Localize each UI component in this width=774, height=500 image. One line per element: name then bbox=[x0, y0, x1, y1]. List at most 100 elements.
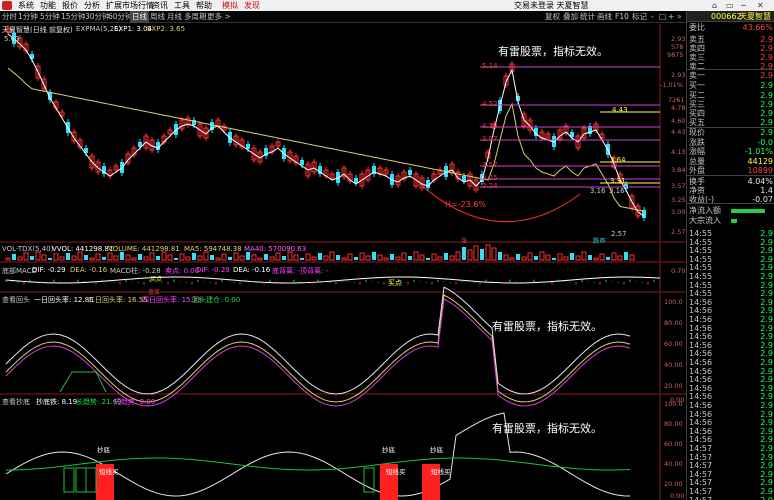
macd-extra: 底背离: - bbox=[272, 267, 301, 275]
inflow-bar bbox=[731, 209, 765, 213]
volume-bar bbox=[59, 256, 65, 261]
volume-bar bbox=[588, 255, 592, 260]
volume-bar bbox=[251, 254, 257, 261]
volume-bar bbox=[318, 253, 322, 260]
menu-bar: 系统 功能 报价 分析 扩展市场行情 资讯 工具 帮助 模拟 发现 交易未登录 … bbox=[0, 0, 774, 11]
volume-bar bbox=[570, 253, 574, 260]
short-buy-label: 短线买 bbox=[99, 468, 119, 476]
price-level: 2.57 bbox=[611, 230, 627, 238]
quote-row: 委比 43.66% bbox=[687, 23, 774, 33]
tick-price: 2.9 bbox=[760, 496, 773, 500]
app-logo-icon bbox=[2, 1, 12, 10]
volume-bar bbox=[401, 252, 407, 261]
volume-bar bbox=[390, 254, 394, 260]
close-icon[interactable]: ✕ bbox=[757, 0, 764, 11]
menu-item[interactable]: 功能 bbox=[40, 0, 56, 11]
menu-item-hot[interactable]: 模拟 bbox=[222, 0, 238, 11]
divider bbox=[687, 69, 774, 70]
axis-tick: 578 bbox=[671, 43, 684, 51]
price-level: 4.43 bbox=[612, 106, 628, 114]
high-price-mark: 5.63 bbox=[4, 35, 20, 43]
home-icon[interactable]: ⌂ bbox=[712, 0, 717, 11]
volume-bar bbox=[95, 253, 101, 261]
menu-item[interactable]: 系统 bbox=[18, 0, 34, 11]
menu-item[interactable]: 报价 bbox=[62, 0, 78, 11]
volume-bar bbox=[264, 254, 268, 260]
expma-fast-line bbox=[7, 33, 645, 217]
tab-period[interactable]: 周线 bbox=[150, 11, 165, 23]
volume-bar bbox=[84, 255, 88, 260]
volume-bar bbox=[149, 252, 155, 261]
chart-area[interactable]: 天夏智慧(日线 前复权) EXPMA(5,25) EXP1: 3.04 EXP2… bbox=[0, 24, 686, 500]
axis-tick: 60.00 bbox=[664, 340, 683, 348]
axis-tick: 100.0 bbox=[664, 400, 683, 408]
volume-bar bbox=[257, 257, 263, 261]
short-buy-label: 短线买 bbox=[386, 468, 406, 476]
ma5-value: MA5: 594748.38 bbox=[184, 245, 242, 253]
volume-bar bbox=[527, 252, 533, 261]
main-panel-title: 天夏智慧(日线 前复权) bbox=[2, 26, 73, 34]
menu-item[interactable]: 工具 bbox=[174, 0, 190, 11]
menu-item[interactable]: 帮助 bbox=[196, 0, 212, 11]
tab-period[interactable]: 5分钟 bbox=[40, 11, 60, 23]
candle-body bbox=[300, 160, 304, 165]
macd-extra: 顶背离: - bbox=[300, 267, 329, 275]
restore-icon[interactable]: ▭ bbox=[726, 0, 734, 11]
tab-period[interactable]: 60分钟 bbox=[108, 11, 133, 23]
volume-bar bbox=[516, 254, 520, 260]
volume-bar bbox=[629, 254, 635, 261]
warning-annotation: 有雷股票，指标无效。 bbox=[492, 422, 602, 435]
menu-item-hot[interactable]: 发现 bbox=[244, 0, 260, 11]
quote-row-label: 净流入额 bbox=[689, 206, 721, 215]
tab-period[interactable]: 多周期 bbox=[184, 11, 207, 23]
axis-tick: 4.78 bbox=[671, 104, 686, 112]
toolbar-button[interactable]: 画线 bbox=[597, 11, 612, 23]
warning-annotation: 有雷股票，指标无效。 bbox=[498, 45, 608, 58]
tab-period[interactable]: 分时 bbox=[2, 11, 17, 23]
minimize-icon[interactable]: ─ bbox=[741, 0, 746, 11]
toolbar-button[interactable]: 统计 bbox=[580, 11, 595, 23]
menu-item[interactable]: 扩展市场行情 bbox=[106, 0, 154, 11]
volume-bar bbox=[48, 258, 52, 260]
toolbar-button[interactable]: - bbox=[651, 11, 654, 23]
toolbar-button[interactable]: F10 bbox=[615, 11, 629, 23]
volume-bar bbox=[491, 247, 497, 261]
volume-bar bbox=[233, 252, 239, 261]
volume-bar bbox=[143, 256, 149, 261]
volume-bar bbox=[305, 253, 311, 261]
volume-bar bbox=[282, 256, 286, 260]
volume-bar bbox=[293, 254, 299, 261]
tab-period[interactable]: 30分钟 bbox=[85, 11, 110, 23]
tab-period-selected[interactable]: 日线 bbox=[130, 11, 149, 23]
toolbar-button[interactable]: » bbox=[677, 11, 682, 23]
range-label: H=-23.6% bbox=[445, 200, 487, 209]
toolbar-button[interactable]: + bbox=[668, 11, 674, 23]
candle-body bbox=[246, 144, 250, 149]
menu-item[interactable]: 分析 bbox=[84, 0, 100, 11]
menu-item[interactable]: 资讯 bbox=[152, 0, 168, 11]
axis-tick: 9875 bbox=[667, 51, 684, 59]
hold-signal-block bbox=[75, 467, 87, 493]
tab-period[interactable]: 1分钟 bbox=[18, 11, 38, 23]
axis-tick: 2.93 bbox=[671, 35, 686, 43]
tab-period[interactable]: 15分钟 bbox=[61, 11, 86, 23]
volume-bar bbox=[89, 257, 95, 261]
tab-period[interactable]: 更多 > bbox=[207, 11, 231, 23]
volume-bar bbox=[120, 252, 124, 260]
tab-period[interactable]: 月线 bbox=[167, 11, 182, 23]
toolbar-button[interactable]: 叠加 bbox=[563, 11, 578, 23]
axis-tick: 4.60 bbox=[671, 117, 686, 125]
volume-bar bbox=[53, 253, 59, 261]
quote-row-value: 43.66% bbox=[742, 23, 773, 32]
bottom-title: 查看抄底 bbox=[2, 398, 30, 406]
toolbar-button[interactable]: 标记 bbox=[632, 11, 647, 23]
tick-time: 14:57 bbox=[689, 496, 712, 500]
toolbar-button[interactable]: 复权 bbox=[545, 11, 560, 23]
toolbar-button[interactable]: □ bbox=[659, 11, 666, 23]
candle-body bbox=[354, 178, 358, 183]
volume-bar bbox=[5, 257, 11, 261]
volume-bar bbox=[606, 257, 610, 260]
axis-tick: 60.00 bbox=[664, 440, 683, 448]
bottom-v1: 抄底铁: 8.19 bbox=[36, 398, 78, 406]
volume-bar bbox=[462, 247, 466, 260]
